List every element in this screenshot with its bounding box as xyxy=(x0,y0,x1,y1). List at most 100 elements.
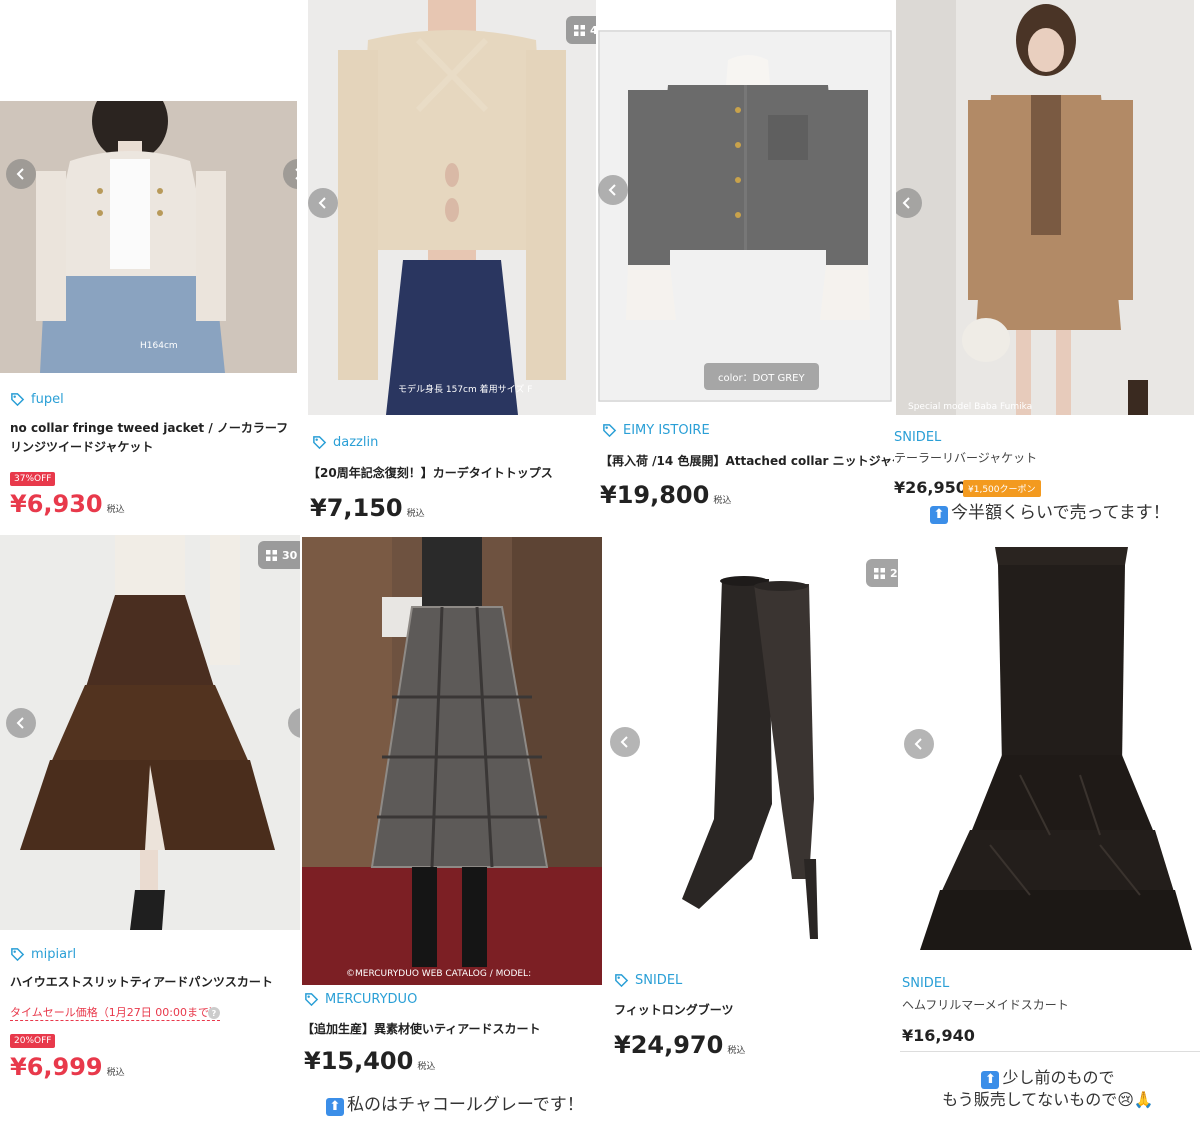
brand-name: EIMY ISTOIRE xyxy=(623,423,710,438)
brand-name: fupel xyxy=(31,392,64,407)
brand-link[interactable]: fupel xyxy=(10,392,64,407)
chevron-right-icon xyxy=(295,168,297,180)
product-card-eimy[interactable]: color：DOT GREY EIMY ISTOIRE 【再入荷 /14 色展開… xyxy=(596,0,894,535)
chevron-left-icon xyxy=(914,738,922,750)
photo-caption: ©MERCURYDUO WEB CATALOG / MODEL: xyxy=(346,969,532,979)
help-icon[interactable]: ? xyxy=(208,1007,220,1019)
brand-link[interactable]: EIMY ISTOIRE xyxy=(602,423,710,438)
discount-badge: 37%OFF xyxy=(10,472,56,486)
tax-label: 税込 xyxy=(106,505,125,515)
divider xyxy=(900,1051,1200,1052)
gallery-count-badge: 30 xyxy=(258,541,300,569)
note-no-longer-sold: ⬆ 少し前のもので もう販売してないもので😢🙏 xyxy=(898,1067,1198,1111)
product-card-fupel[interactable]: H164cm fupel no collar fringe tweed jack… xyxy=(0,0,302,535)
brand-link[interactable]: SNIDEL xyxy=(614,973,682,988)
brand-name: SNIDEL xyxy=(894,430,942,445)
tag-icon xyxy=(11,393,25,407)
chevron-left-icon xyxy=(620,736,628,748)
product-price: ¥15,400 税込 xyxy=(304,1047,435,1075)
brand-name: SNIDEL xyxy=(635,973,683,988)
brand-link[interactable]: mipiarl xyxy=(10,947,76,962)
brand-link[interactable]: SNIDEL xyxy=(902,976,949,991)
product-card-dazzlin[interactable]: 4 モデル身長 157cm 着用サイズ F dazzlin 【20周年記念復刻！… xyxy=(302,0,596,535)
product-photo[interactable]: H164cm xyxy=(0,101,297,373)
price-value: ¥7,150 xyxy=(310,494,403,522)
gallery-count: 28 xyxy=(890,566,898,580)
product-card-mercuryduo[interactable]: ©MERCURYDUO WEB CATALOG / MODEL: MERCURY… xyxy=(302,535,602,1137)
tag-icon xyxy=(313,436,327,450)
tax-label: 税込 xyxy=(106,1068,125,1078)
product-card-snidel-jacket[interactable]: Special model Baba Fumika SNIDEL テーラーリバー… xyxy=(894,0,1200,535)
photo-caption: Special model Baba Fumika xyxy=(908,402,1033,412)
tag-icon xyxy=(11,948,25,962)
brand-link[interactable]: dazzlin xyxy=(312,435,378,450)
tag-icon xyxy=(603,424,617,438)
product-title[interactable]: 【追加生産】異素材使いティアードスカート xyxy=(302,1020,602,1039)
product-photo[interactable]: color：DOT GREY xyxy=(598,30,892,402)
brand-name: dazzlin xyxy=(333,435,379,450)
product-title[interactable]: ハイウエストスリットティアードパンツスカート xyxy=(10,973,300,992)
product-price: ¥16,940 xyxy=(902,1026,975,1045)
chevron-right-icon xyxy=(297,717,300,729)
prev-arrow[interactable] xyxy=(598,175,628,205)
prev-arrow[interactable] xyxy=(904,729,934,759)
product-price: ¥26,950 xyxy=(894,478,967,497)
gallery-count: 30 xyxy=(282,548,298,562)
note-charcoal: ⬆ 私のはチャコールグレーです！ xyxy=(326,1090,584,1116)
note-line-2: もう販売してないもので😢🙏 xyxy=(942,1090,1154,1109)
up-arrow-icon: ⬆ xyxy=(981,1071,1000,1089)
note-half-price: ⬆ 今半額くらいで売ってます！ xyxy=(930,498,1170,524)
price-value: ¥6,999 xyxy=(10,1053,103,1081)
grid-icon xyxy=(574,24,585,36)
coupon-badge: ¥1,500クーポン xyxy=(963,480,1041,497)
grid-icon xyxy=(874,567,885,579)
product-title[interactable]: no collar fringe tweed jacket / ノーカラーフリン… xyxy=(10,419,296,457)
product-title[interactable]: ヘムフリルマーメイドスカート xyxy=(902,996,1192,1015)
product-photo[interactable]: 28 xyxy=(604,559,898,949)
chevron-left-icon xyxy=(16,717,24,729)
discount-badge: 20%OFF xyxy=(10,1034,56,1048)
note-text: 少し前のもので xyxy=(1002,1068,1115,1087)
product-title[interactable]: フィットロングブーツ xyxy=(614,1001,894,1020)
product-photo[interactable]: Special model Baba Fumika xyxy=(896,0,1194,415)
tax-label: 税込 xyxy=(713,496,732,506)
prev-arrow[interactable] xyxy=(6,708,36,738)
note-text: 私のはチャコールグレーです！ xyxy=(347,1095,584,1115)
chevron-left-icon xyxy=(902,197,910,209)
gallery-count-badge: 28 xyxy=(866,559,898,587)
product-price: ¥24,970 税込 xyxy=(614,1031,745,1059)
prev-arrow[interactable] xyxy=(6,159,36,189)
product-photo[interactable]: 30 xyxy=(0,535,300,930)
gallery-count-badge: 4 xyxy=(566,16,596,44)
tag-icon xyxy=(305,993,319,1007)
product-title[interactable]: テーラーリバージャケット xyxy=(894,449,1194,468)
product-title[interactable]: 【再入荷 /14 色展開】Attached collar ニットジャケ xyxy=(600,452,894,471)
product-photo[interactable]: 4 モデル身長 157cm 着用サイズ F xyxy=(308,0,596,415)
brand-name: MERCURYDUO xyxy=(325,992,418,1007)
product-photo[interactable]: ©MERCURYDUO WEB CATALOG / MODEL: xyxy=(302,537,602,985)
product-title[interactable]: 【20周年記念復刻！】カーデタイトトップス xyxy=(308,464,594,483)
brand-link[interactable]: MERCURYDUO xyxy=(304,992,417,1007)
brand-link[interactable]: SNIDEL xyxy=(894,430,941,445)
product-card-mipiarl[interactable]: 30 mipiarl ハイウエストスリットティアードパンツスカート タイムセール… xyxy=(0,535,302,1137)
chevron-left-icon xyxy=(318,197,326,209)
price-value: ¥19,800 xyxy=(600,481,710,509)
note-line-1: ⬆ 少し前のもので xyxy=(898,1067,1198,1089)
product-price: ¥6,930 税込 xyxy=(10,490,125,518)
tag-icon xyxy=(615,974,629,988)
up-arrow-icon: ⬆ xyxy=(930,506,948,524)
product-card-snidel-boots[interactable]: 28 SNIDEL フィットロングブーツ ¥24,970税込 xyxy=(602,535,898,1137)
tax-label: 税込 xyxy=(417,1062,436,1072)
product-card-snidel-skirt[interactable]: SNIDEL ヘムフリルマーメイドスカート ¥16,940 ⬆ 少し前のもので も… xyxy=(898,535,1200,1137)
prev-arrow[interactable] xyxy=(610,727,640,757)
tax-label: 税込 xyxy=(406,509,425,519)
price-value: ¥6,930 xyxy=(10,490,103,518)
photo-caption: color：DOT GREY xyxy=(704,363,819,390)
price-value: ¥16,940 xyxy=(902,1026,975,1045)
product-price: ¥7,150 税込 xyxy=(310,494,425,522)
product-photo[interactable] xyxy=(900,535,1200,960)
prev-arrow[interactable] xyxy=(308,188,338,218)
grid-icon xyxy=(266,549,277,561)
product-price: ¥6,999 税込 xyxy=(10,1053,125,1081)
brand-name: SNIDEL xyxy=(902,976,950,991)
